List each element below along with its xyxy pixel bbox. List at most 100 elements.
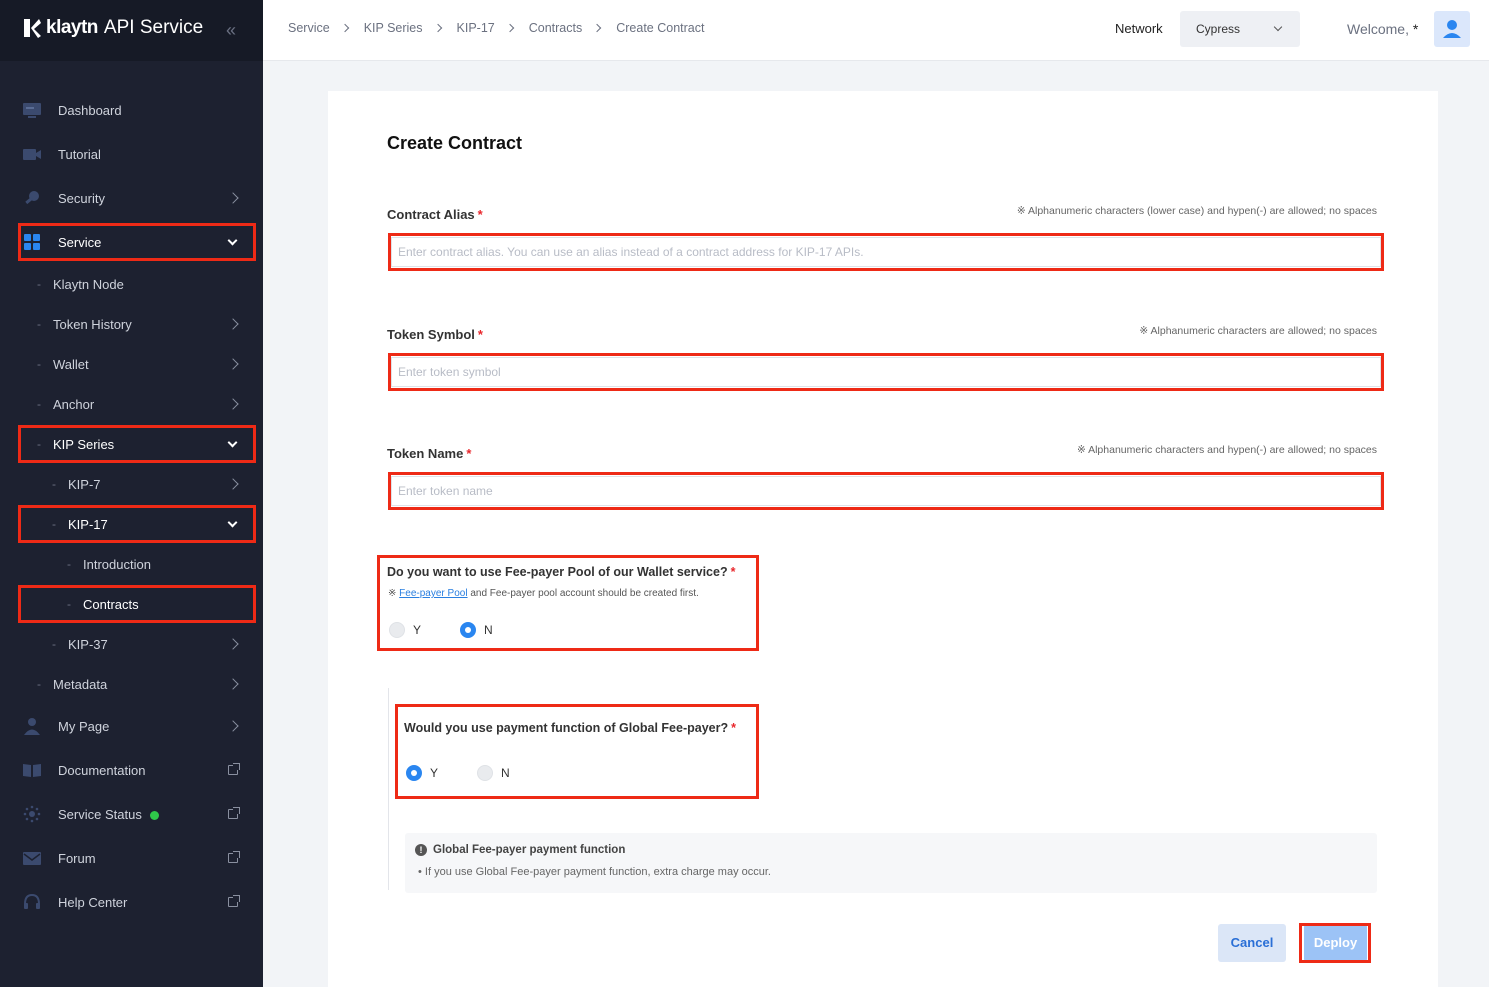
sidebar-item-metadata[interactable]: - Metadata (0, 664, 263, 704)
breadcrumb-kip-series[interactable]: KIP Series (364, 21, 423, 35)
headset-icon (24, 893, 40, 909)
deploy-button[interactable]: Deploy (1304, 924, 1367, 962)
klaytn-logo-icon (24, 19, 41, 38)
external-link-icon (228, 895, 240, 907)
sidebar-item-kip-37[interactable]: - KIP-37 (0, 624, 263, 664)
sidebar-item-service[interactable]: Service (0, 222, 263, 262)
user-icon (1443, 20, 1461, 38)
fee-payer-pool-link[interactable]: Fee-payer Pool (399, 588, 467, 599)
chevron-down-icon (1273, 22, 1283, 32)
collapse-sidebar-icon[interactable]: « (226, 20, 236, 41)
info-icon: ! (415, 844, 427, 856)
network-value: Cypress (1196, 22, 1241, 36)
dash-marker: - (37, 677, 41, 691)
sidebar-item-help-center[interactable]: Help Center (0, 882, 263, 922)
required-mark: * (730, 565, 736, 579)
sidebar-item-service-status[interactable]: Service Status (0, 794, 263, 834)
chevron-down-icon (227, 517, 238, 527)
sidebar-item-my-page[interactable]: My Page (0, 706, 263, 746)
contract-alias-input[interactable] (391, 237, 1381, 267)
dash-marker: - (37, 397, 41, 411)
cancel-button[interactable]: Cancel (1218, 924, 1286, 962)
global-fee-radio-no[interactable]: N (477, 765, 510, 781)
monitor-icon (23, 103, 41, 118)
sidebar-item-anchor[interactable]: - Anchor (0, 384, 263, 424)
chevron-right-icon (592, 23, 602, 33)
fee-pool-radio-no[interactable]: N (460, 622, 493, 638)
sidebar-item-introduction[interactable]: - Introduction (0, 544, 263, 584)
chevron-right-icon (227, 358, 239, 370)
token-name-label: Token Name * (387, 446, 471, 461)
sidebar-item-label: Security (58, 190, 105, 206)
token-symbol-input[interactable] (391, 357, 1381, 387)
key-icon (25, 191, 39, 205)
logo-bar: klaytn API Service « (0, 0, 263, 61)
avatar[interactable] (1434, 11, 1470, 47)
welcome-text: Welcome, * (1347, 21, 1418, 37)
sidebar-item-label: KIP-37 (68, 636, 108, 652)
dash-marker: - (52, 637, 56, 651)
fee-pool-radio-yes[interactable]: Y (389, 622, 421, 638)
sidebar-item-forum[interactable]: Forum (0, 838, 263, 878)
sidebar-item-kip-series[interactable]: - KIP Series (0, 424, 263, 464)
sidebar-item-label: Help Center (58, 894, 128, 910)
dash-marker: - (52, 517, 56, 531)
sidebar-item-contracts[interactable]: - Contracts (0, 584, 263, 624)
radio-circle (477, 765, 493, 781)
mail-icon (23, 852, 41, 865)
dash-marker: - (37, 277, 41, 291)
fee-pool-no-label: N (484, 623, 493, 637)
brand-logo[interactable]: klaytn API Service (22, 17, 203, 39)
sidebar-item-security[interactable]: Security (0, 178, 263, 218)
sidebar-item-label: Anchor (53, 396, 95, 412)
chevron-right-icon (505, 23, 514, 33)
network-select[interactable]: Cypress (1180, 11, 1300, 47)
info-body: • If you use Global Fee-payer payment fu… (418, 866, 771, 878)
sidebar-item-label: KIP Series (53, 436, 115, 452)
sidebar-item-label: Service (58, 234, 102, 250)
token-name-input[interactable] (391, 476, 1381, 506)
sidebar-item-label: Token History (53, 316, 132, 332)
dash-marker: - (67, 597, 71, 611)
sidebar-item-label: Documentation (58, 762, 146, 778)
dash-marker: - (37, 437, 41, 451)
sidebar-item-kip-17[interactable]: - KIP-17 (0, 504, 263, 544)
sidebar-item-wallet[interactable]: - Wallet (0, 344, 263, 384)
sidebar-item-label: Wallet (53, 356, 89, 372)
info-body-text: If you use Global Fee-payer payment func… (424, 866, 771, 878)
sidebar-item-klaytn-node[interactable]: - Klaytn Node (0, 264, 263, 304)
chevron-right-icon (227, 318, 239, 330)
token-symbol-label: Token Symbol * (387, 327, 483, 342)
required-mark: * (477, 327, 483, 342)
token-name-label-text: Token Name (387, 446, 464, 461)
dash-marker: - (67, 557, 71, 571)
top-bar: Service KIP Series KIP-17 Contracts Crea… (263, 0, 1489, 61)
sidebar-item-kip-7[interactable]: - KIP-7 (0, 464, 263, 504)
fee-pool-question-text: Do you want to use Fee-payer Pool of our… (387, 565, 728, 579)
breadcrumb-kip-17[interactable]: KIP-17 (457, 21, 495, 35)
fee-pool-note-suffix: and Fee-payer pool account should be cre… (467, 588, 699, 599)
book-icon (23, 764, 41, 777)
breadcrumb: Service KIP Series KIP-17 Contracts Crea… (288, 21, 704, 35)
sidebar-item-documentation[interactable]: Documentation (0, 750, 263, 790)
breadcrumb-contracts[interactable]: Contracts (529, 21, 583, 35)
chevron-right-icon (227, 720, 239, 732)
sidebar-item-tutorial[interactable]: Tutorial (0, 134, 263, 174)
logo-suffix: API Service (103, 17, 204, 38)
global-fee-radio-yes[interactable]: Y (406, 765, 438, 781)
welcome-user: * (1412, 21, 1419, 37)
contract-alias-label: Contract Alias * (387, 207, 483, 222)
sidebar-item-label: KIP-17 (68, 516, 108, 532)
logo-word: klaytn (46, 17, 98, 38)
chevron-right-icon (340, 23, 349, 33)
breadcrumb-service[interactable]: Service (288, 21, 330, 35)
sidebar-item-token-history[interactable]: - Token History (0, 304, 263, 344)
chevron-down-icon (227, 437, 238, 447)
dash-marker: - (52, 477, 56, 491)
section-divider-line (388, 688, 389, 890)
external-link-icon (228, 763, 240, 775)
welcome-label: Welcome, (1347, 21, 1409, 37)
sidebar-item-dashboard[interactable]: Dashboard (0, 90, 263, 130)
global-fee-question: Would you use payment function of Global… (404, 721, 736, 735)
info-title: ! Global Fee-payer payment function (415, 844, 625, 856)
